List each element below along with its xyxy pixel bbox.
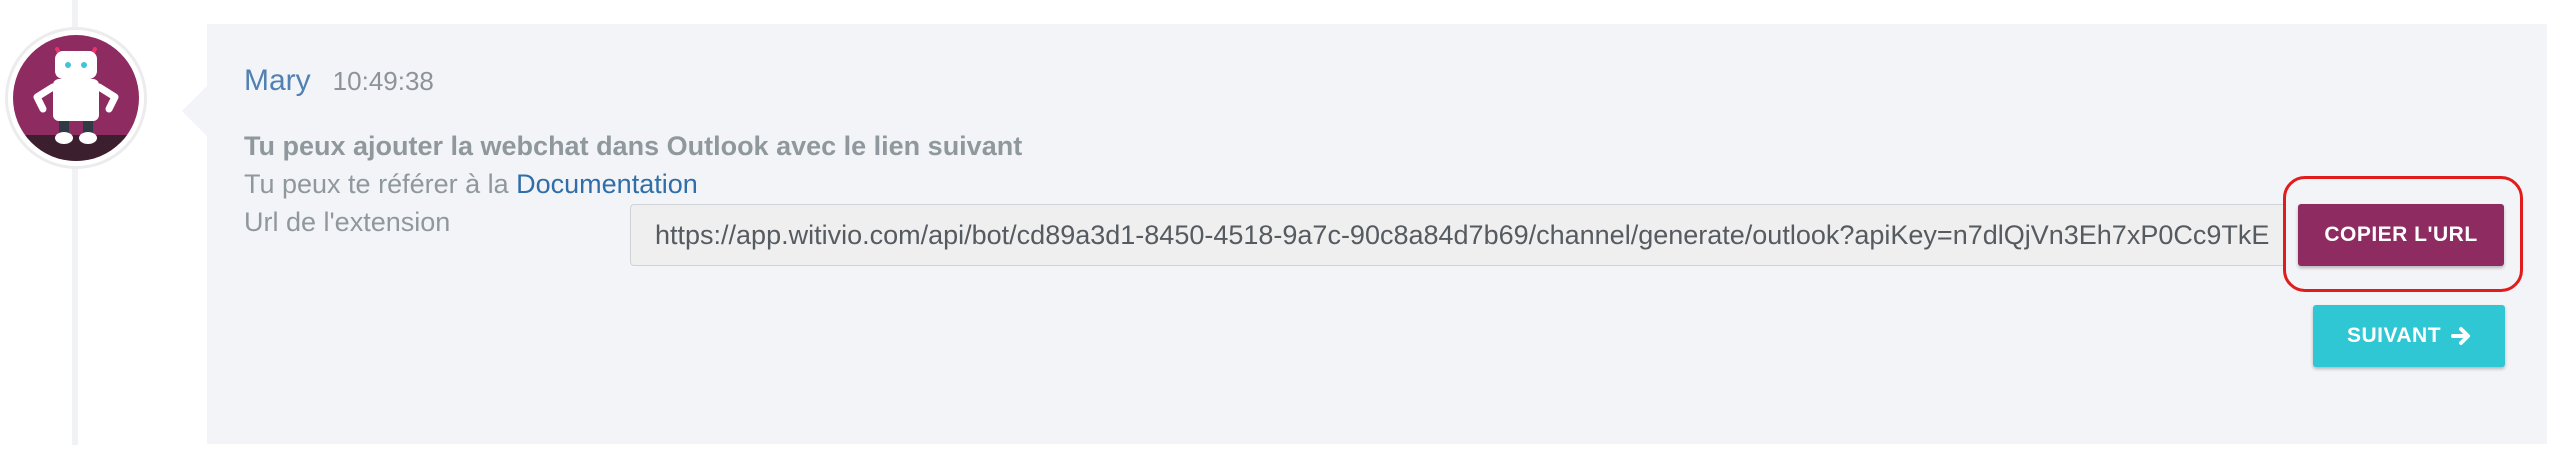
author-name: Mary xyxy=(244,64,311,97)
bubble-arrow xyxy=(182,85,208,137)
message-intro: Tu peux ajouter la webchat dans Outlook … xyxy=(244,131,1023,161)
message-header: Mary 10:49:38 xyxy=(244,64,434,98)
arrow-right-icon xyxy=(2451,327,2471,345)
url-label: Url de l'extension xyxy=(244,207,451,237)
message-time: 10:49:38 xyxy=(332,66,434,96)
next-button-label: SUIVANT xyxy=(2346,324,2442,347)
avatar xyxy=(5,27,147,169)
robot-avatar-icon xyxy=(13,35,139,161)
extension-url-field[interactable] xyxy=(630,204,2283,266)
next-button[interactable]: SUIVANT xyxy=(2313,305,2505,367)
documentation-link[interactable]: Documentation xyxy=(516,169,698,199)
documentation-line: Tu peux te référer à la Documentation xyxy=(244,169,698,200)
documentation-prefix: Tu peux te référer à la xyxy=(244,169,517,199)
chat-page: Mary 10:49:38 Tu peux ajouter la webchat… xyxy=(0,0,2566,460)
copy-url-button[interactable]: COPIER L'URL xyxy=(2298,204,2504,266)
